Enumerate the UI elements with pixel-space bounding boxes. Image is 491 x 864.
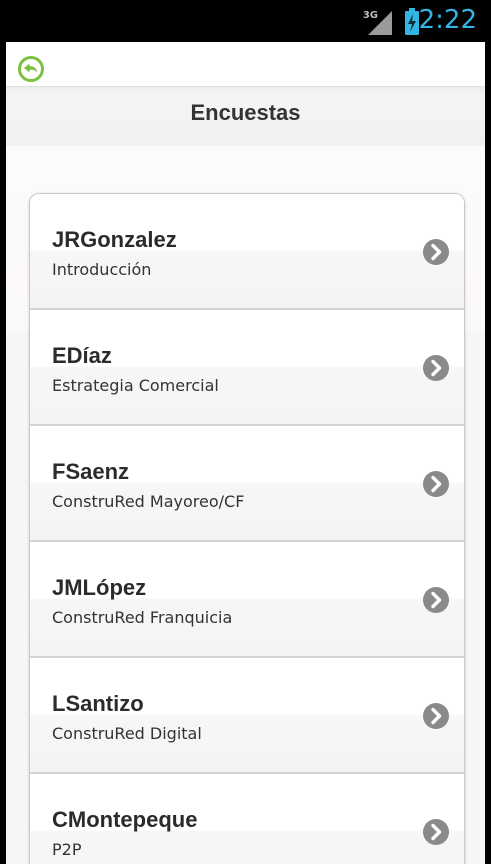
chevron-right-circle-icon — [422, 702, 450, 730]
top-bar — [6, 42, 485, 86]
chevron-right-circle-icon — [422, 818, 450, 846]
list-item-name: LSantizo — [52, 691, 144, 716]
list-item-subtitle: ConstruRed Digital — [52, 724, 202, 743]
list-item-subtitle: P2P — [52, 840, 82, 859]
battery-charging-icon — [405, 8, 419, 35]
list-item-name: JMLópez — [52, 575, 147, 600]
list-item-name: JRGonzalez — [52, 227, 177, 252]
chevron-right-circle-icon — [422, 238, 450, 266]
app-window: Encuestas JRGonzalez Introducción EDíaz … — [6, 42, 485, 864]
page-title: Encuestas — [190, 100, 301, 125]
chevron-right-circle-icon — [422, 354, 450, 382]
chevron-right-circle-icon — [422, 470, 450, 498]
list-item[interactable]: CMontepeque P2P — [30, 774, 464, 864]
list-item[interactable]: JRGonzalez Introducción — [30, 194, 464, 310]
clock: 2:22 — [418, 5, 477, 35]
list-item-name: EDíaz — [52, 343, 112, 368]
list-item[interactable]: EDíaz Estrategia Comercial — [30, 310, 464, 426]
content-area: JRGonzalez Introducción EDíaz Estrategia… — [6, 146, 485, 864]
list-item[interactable]: FSaenz ConstruRed Mayoreo/CF — [30, 426, 464, 542]
chevron-right-circle-icon — [422, 586, 450, 614]
status-bar: 3G 2:22 — [0, 0, 491, 42]
list-item[interactable]: LSantizo ConstruRed Digital — [30, 658, 464, 774]
survey-list: JRGonzalez Introducción EDíaz Estrategia… — [29, 193, 465, 864]
signal-icon — [368, 11, 392, 35]
list-item[interactable]: JMLópez ConstruRed Franquicia — [30, 542, 464, 658]
list-item-name: FSaenz — [52, 459, 130, 484]
list-item-subtitle: Introducción — [52, 260, 152, 279]
list-item-subtitle: Estrategia Comercial — [52, 376, 219, 395]
list-item-subtitle: ConstruRed Franquicia — [52, 608, 233, 627]
list-item-name: CMontepeque — [52, 807, 198, 832]
back-arrow-icon[interactable] — [17, 55, 45, 83]
list-item-subtitle: ConstruRed Mayoreo/CF — [52, 492, 245, 511]
